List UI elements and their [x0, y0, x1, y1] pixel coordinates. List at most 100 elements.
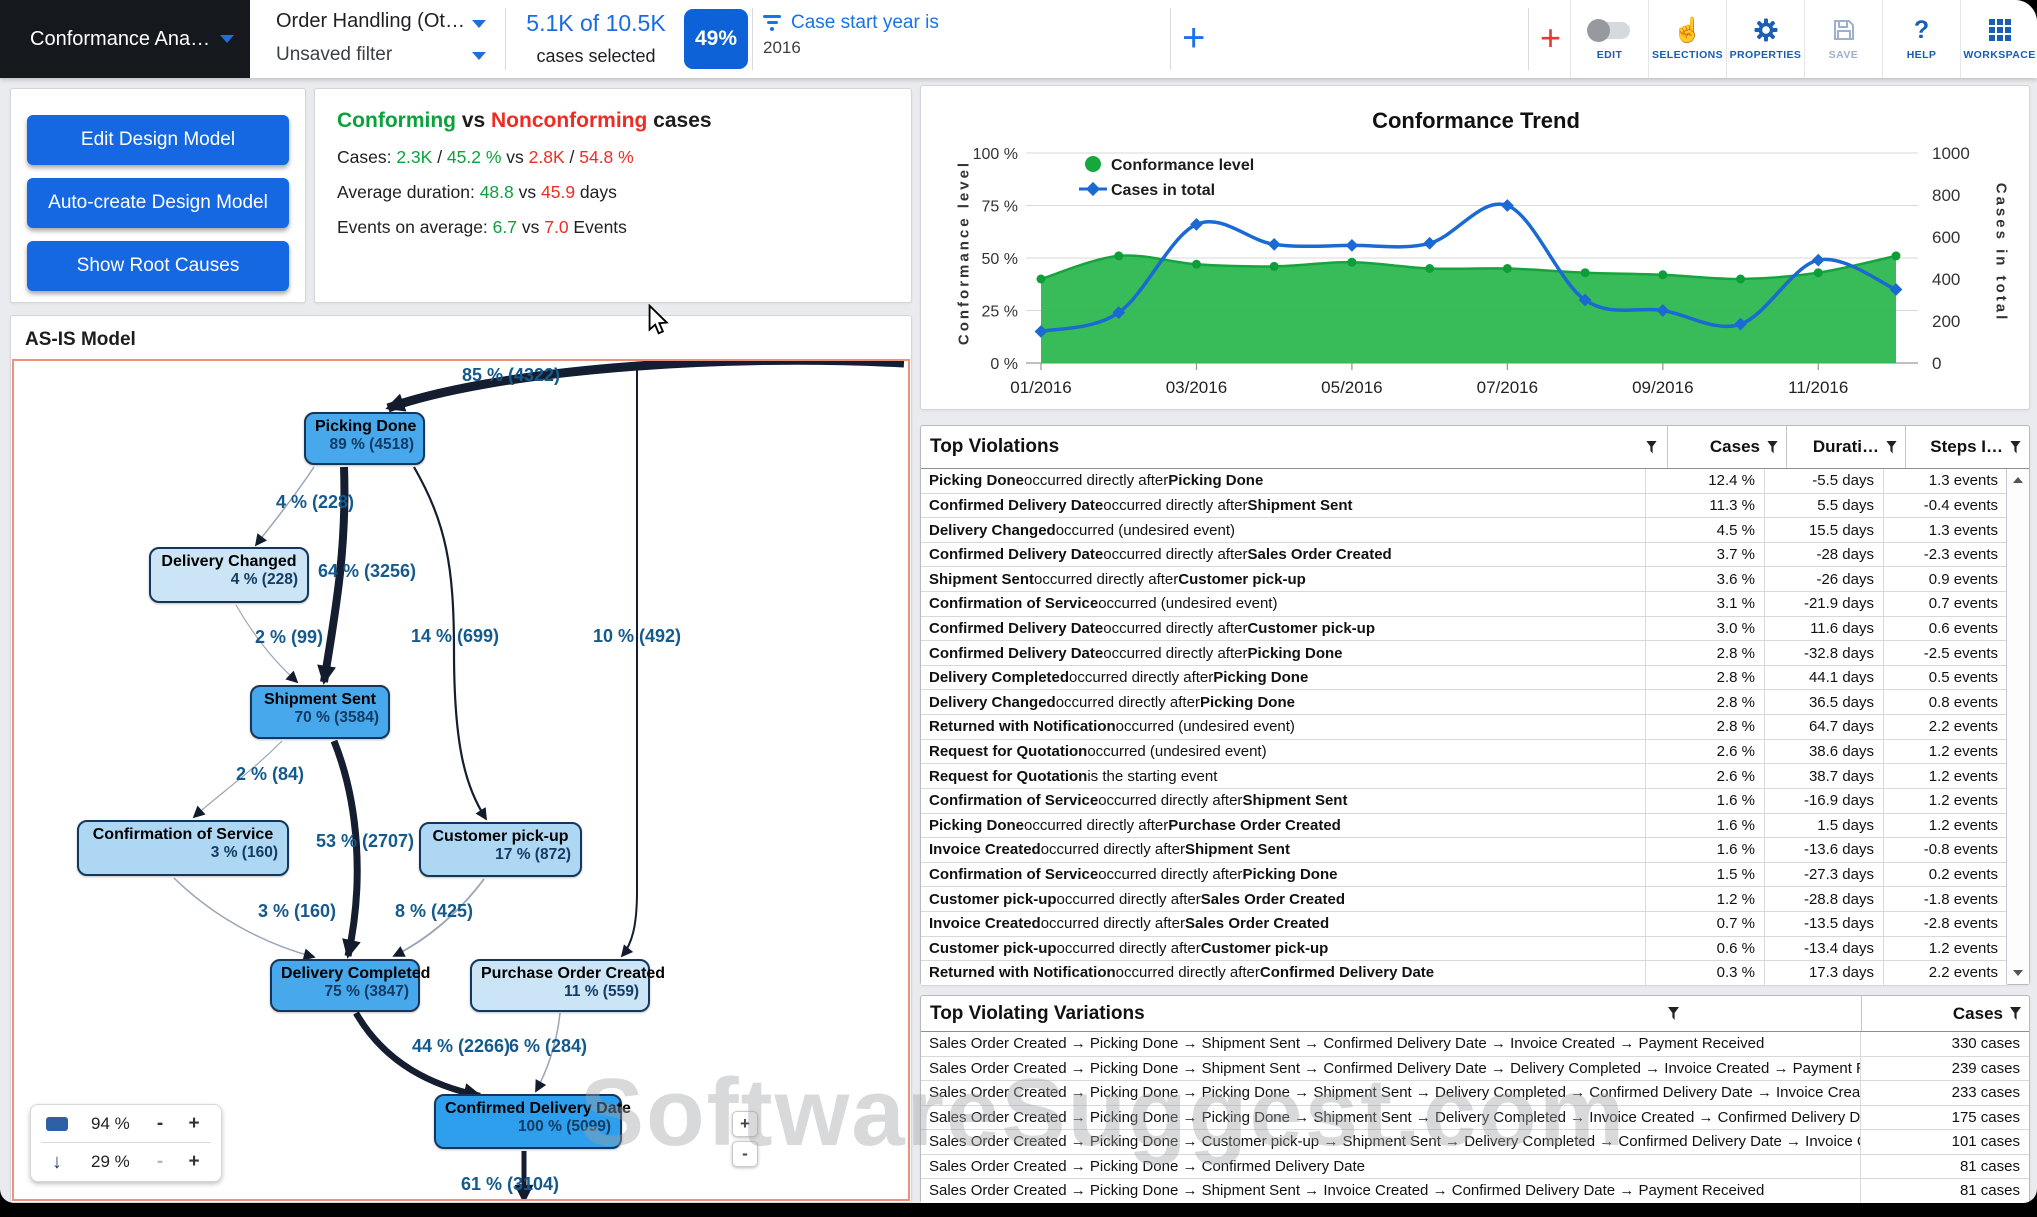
violation-row[interactable]: Confirmed Delivery Date occurred directl… [921, 494, 2007, 519]
app-switcher[interactable]: Conformance Ana… [0, 0, 250, 78]
add-filter-button[interactable]: + [1182, 18, 1205, 58]
filter-chip-value: 2016 [763, 38, 801, 58]
as-is-model-panel: AS-IS Model 85 % (4322)4 % (228)64 % (32… [10, 315, 912, 1203]
violation-row[interactable]: Invoice Created occurred directly after … [921, 912, 2007, 937]
edge-label: 53 % (2707) [316, 831, 414, 851]
chevron-down-icon[interactable] [472, 20, 486, 28]
variation-row[interactable]: Sales Order Created → Picking Done → Pic… [921, 1081, 2029, 1106]
node-threshold-decrease-button[interactable]: - [143, 1113, 177, 1135]
violation-row[interactable]: Confirmed Delivery Date occurred directl… [921, 543, 2007, 568]
edge-threshold-decrease-button[interactable]: - [143, 1151, 177, 1173]
violation-row[interactable]: Delivery Changed occurred directly after… [921, 690, 2007, 715]
node-threshold-increase-button[interactable]: + [177, 1113, 211, 1135]
scroll-down-icon[interactable] [2007, 962, 2029, 984]
edge-arrow-icon: ↓ [45, 1152, 69, 1172]
violation-row[interactable]: Invoice Created occurred directly after … [921, 838, 2007, 863]
properties-button[interactable]: PROPERTIES [1726, 0, 1804, 78]
process-node-delivery-changed[interactable]: Delivery Changed4 % (228) [149, 547, 309, 603]
process-edges: 85 % (4322)4 % (228)64 % (3256)2 % (99)1… [14, 361, 908, 1199]
violation-row[interactable]: Delivery Completed occurred directly aft… [921, 666, 2007, 691]
process-node-confirmed-delivery-date[interactable]: Confirmed Delivery Date100 % (5099) [434, 1094, 622, 1149]
edge-label: 64 % (3256) [318, 561, 416, 581]
variation-row[interactable]: Sales Order Created → Picking Done → Pic… [921, 1106, 2029, 1131]
process-node-customer-pick-up[interactable]: Customer pick-up17 % (872) [419, 822, 582, 877]
show-root-causes-button[interactable]: Show Root Causes [27, 241, 289, 291]
violation-row[interactable]: Confirmation of Service occurred directl… [921, 863, 2007, 888]
edit-button[interactable]: EDIT [1570, 0, 1648, 78]
selection-count: 5.1K of 10.5K [516, 10, 676, 37]
svg-text:05/2016: 05/2016 [1321, 378, 1382, 397]
dataset-selector[interactable]: Order Handling (Ot… [276, 10, 465, 33]
edge-label: 8 % (425) [395, 901, 473, 921]
filter-state-selector[interactable]: Unsaved filter [276, 44, 392, 66]
filter-funnel-icon[interactable] [1646, 441, 1657, 454]
filter-funnel-icon[interactable] [2010, 1007, 2021, 1020]
legend-cases-in-total: Cases in total [1111, 182, 1215, 200]
divider [505, 8, 506, 70]
window-edge [0, 1203, 2037, 1217]
gear-icon [1754, 17, 1778, 43]
workspace-button[interactable]: WORKSPACE [1960, 0, 2037, 78]
stat-line: Cases: 2.3K / 45.2 % vs 2.8K / 54.8 % [337, 147, 911, 168]
auto-create-design-model-button[interactable]: Auto-create Design Model [27, 178, 289, 228]
violation-row[interactable]: Returned with Notification occurred (und… [921, 715, 2007, 740]
violation-row[interactable]: Confirmed Delivery Date occurred directl… [921, 641, 2007, 666]
edge-label: 44 % (2266) [412, 1036, 510, 1056]
conformance-trend-panel: Conformance Trend Conformance level Case… [920, 85, 2030, 410]
filter-icon [762, 15, 782, 31]
toolbar: EDIT☝SELECTIONSPROPERTIESSAVE?HELPWORKSP… [1570, 0, 2037, 78]
process-node-confirmation-of-service[interactable]: Confirmation of Service3 % (160) [77, 820, 289, 876]
variation-row[interactable]: Sales Order Created → Picking Done → Shi… [921, 1032, 2029, 1057]
violation-row[interactable]: Shipment Sent occurred directly after Cu… [921, 567, 2007, 592]
process-node-picking-done[interactable]: Picking Done89 % (4518) [304, 412, 425, 465]
top-bar: Conformance Ana… Order Handling (Ot… Uns… [0, 0, 2037, 78]
edit-design-model-button[interactable]: Edit Design Model [27, 115, 289, 165]
violation-row[interactable]: Confirmation of Service occurred (undesi… [921, 592, 2007, 617]
conformance-stats-panel: Conforming vs Nonconforming cases Cases:… [314, 88, 912, 303]
zoom-in-button[interactable]: + [732, 1111, 758, 1137]
process-node-shipment-sent[interactable]: Shipment Sent70 % (3584) [250, 685, 390, 739]
variation-row[interactable]: Sales Order Created → Picking Done → Shi… [921, 1179, 2029, 1203]
process-node-delivery-completed[interactable]: Delivery Completed75 % (3847) [270, 959, 420, 1012]
violation-row[interactable]: Customer pick-up occurred directly after… [921, 937, 2007, 962]
svg-text:07/2016: 07/2016 [1477, 378, 1538, 397]
chevron-down-icon[interactable] [472, 52, 486, 60]
filter-funnel-icon[interactable] [1668, 1007, 1679, 1020]
zoom-out-button[interactable]: - [732, 1141, 758, 1167]
variation-row[interactable]: Sales Order Created → Picking Done → Shi… [921, 1057, 2029, 1082]
violation-row[interactable]: Confirmation of Service occurred directl… [921, 789, 2007, 814]
left-axis-title: Conformance level [956, 158, 973, 348]
violation-row[interactable]: Request for Quotation is the starting ev… [921, 764, 2007, 789]
violation-row[interactable]: Returned with Notification occurred dire… [921, 961, 2007, 986]
violation-row[interactable]: Delivery Changed occurred (undesired eve… [921, 518, 2007, 543]
help-button[interactable]: ?HELP [1882, 0, 1960, 78]
filter-funnel-icon[interactable] [2010, 441, 2021, 454]
variation-row[interactable]: Sales Order Created → Picking Done → Con… [921, 1155, 2029, 1180]
svg-text:1000: 1000 [1932, 144, 1970, 163]
violation-row[interactable]: Picking Done occurred directly after Pur… [921, 814, 2007, 839]
process-model-canvas[interactable]: 85 % (4322)4 % (228)64 % (3256)2 % (99)1… [12, 359, 910, 1201]
svg-text:75 %: 75 % [982, 199, 1018, 216]
svg-text:03/2016: 03/2016 [1166, 378, 1227, 397]
process-node-purchase-order-created[interactable]: Purchase Order Created11 % (559) [470, 959, 650, 1012]
pointer-hand-icon: ☝ [1673, 17, 1703, 43]
divider [1528, 8, 1529, 70]
violation-row[interactable]: Customer pick-up occurred directly after… [921, 887, 2007, 912]
selection-summary: 5.1K of 10.5K cases selected [516, 0, 676, 78]
col-steps: Steps I… [1930, 437, 2003, 457]
process-edge[interactable] [622, 363, 637, 956]
filter-funnel-icon[interactable] [1886, 441, 1897, 454]
selections-button[interactable]: ☝SELECTIONS [1648, 0, 1726, 78]
edge-threshold-increase-button[interactable]: + [177, 1151, 211, 1173]
violation-row[interactable]: Request for Quotation occurred (undesire… [921, 740, 2007, 765]
violation-row[interactable]: Confirmed Delivery Date occurred directl… [921, 617, 2007, 642]
model-legend: 94 % - + ↓ 29 % - + [30, 1104, 222, 1182]
scrollbar[interactable] [2006, 469, 2029, 984]
filter-funnel-icon[interactable] [1767, 441, 1778, 454]
scroll-up-icon[interactable] [2007, 469, 2029, 491]
violation-row[interactable]: Picking Done occurred directly after Pic… [921, 469, 2007, 494]
add-component-button[interactable]: + [1540, 20, 1561, 56]
save-button[interactable]: SAVE [1804, 0, 1882, 78]
variation-row[interactable]: Sales Order Created → Picking Done → Cus… [921, 1130, 2029, 1155]
divider [752, 8, 753, 70]
